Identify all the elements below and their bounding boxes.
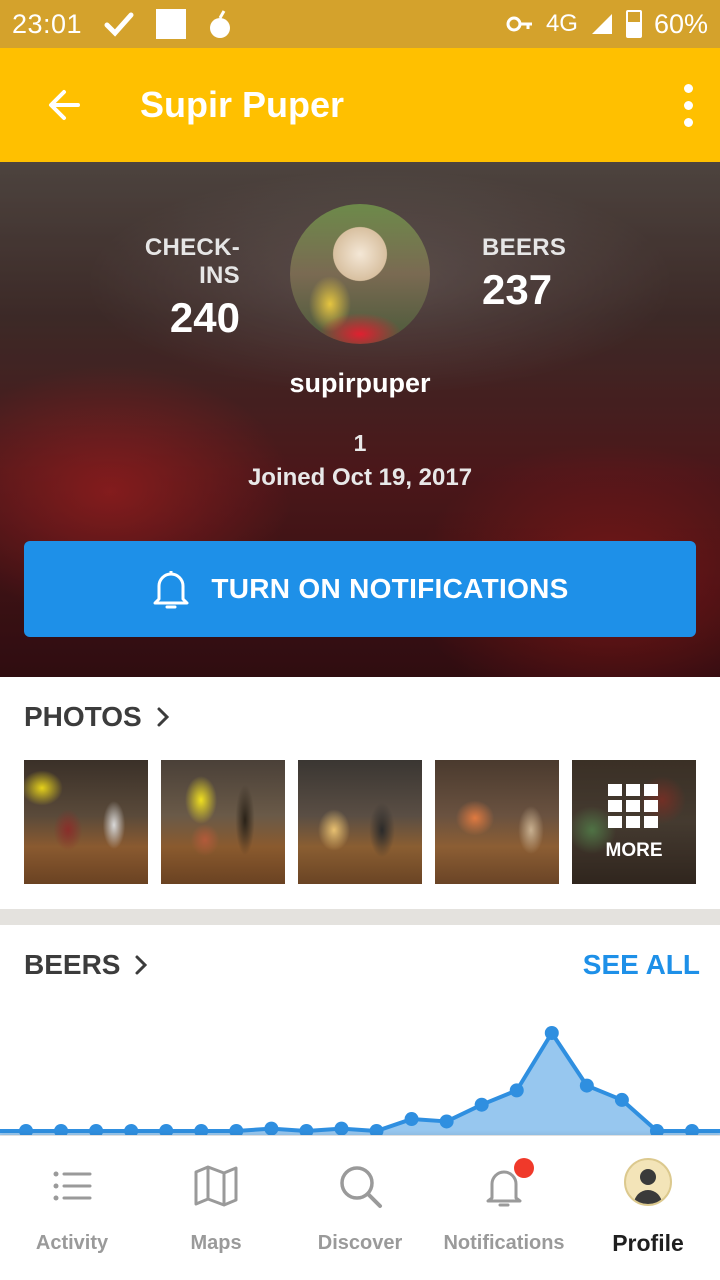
photo-thumbnail[interactable]: [24, 760, 148, 884]
chart-point: [544, 1026, 559, 1040]
list-icon: [53, 1171, 92, 1201]
chart-point: [334, 1121, 349, 1135]
photo-thumbnail[interactable]: [161, 760, 285, 884]
nav-item-profile[interactable]: Profile: [576, 1136, 720, 1280]
chart-area: [0, 1033, 720, 1135]
photo-thumbnail[interactable]: [435, 760, 559, 884]
status-bar: 23:01 4G 60%: [0, 0, 720, 48]
nav-item-activity[interactable]: Activity: [0, 1136, 144, 1280]
user-level: 1: [353, 430, 367, 456]
chart-point: [439, 1114, 454, 1129]
section-divider: [0, 909, 720, 925]
page-title: Supir Puper: [140, 84, 345, 125]
chart-point: [299, 1124, 314, 1135]
nav-label-maps: Maps: [190, 1232, 242, 1254]
chart-point: [579, 1078, 594, 1093]
more-vert-icon: [683, 83, 693, 93]
chart-point: [159, 1124, 174, 1135]
beers-label: BEERS: [482, 234, 567, 261]
joined-date: Joined Oct 19, 2017: [247, 464, 473, 491]
key-icon: [506, 16, 532, 32]
beers-stat[interactable]: BEERS 237: [482, 234, 566, 314]
photos-title: PHOTOS: [24, 701, 142, 732]
map-icon: [194, 1165, 238, 1207]
nav-item-notifications[interactable]: Notifications: [432, 1136, 576, 1280]
checkins-label: CHECK-INS: [144, 234, 240, 289]
chart-point: [474, 1097, 489, 1112]
see-all-link[interactable]: SEE ALL: [583, 949, 700, 981]
arrow-left-icon: [49, 90, 80, 120]
chart-point: [89, 1124, 104, 1135]
nav-item-discover[interactable]: Discover: [288, 1136, 432, 1280]
username: supirpuper: [289, 368, 431, 398]
network-label: 4G: [545, 10, 578, 37]
bottom-navigation: Activity Maps Discover Notifications Pro…: [0, 1135, 720, 1280]
battery-level: 60%: [653, 8, 708, 39]
battery-icon: [625, 10, 642, 38]
nav-label-activity: Activity: [35, 1232, 109, 1254]
signal-icon: [591, 14, 612, 34]
chart-point: [685, 1124, 699, 1135]
app-notification-icon: [156, 9, 187, 39]
beers-title: BEERS: [24, 949, 121, 980]
beers-section: BEERS SEE ALL: [0, 925, 720, 1135]
profile-header: CHECK-INS 240 BEERS 237 supirpuper 1 Joi…: [0, 162, 720, 677]
chevron-right-icon: [157, 707, 169, 727]
nav-label-profile: Profile: [612, 1230, 684, 1256]
chart-point: [509, 1083, 524, 1098]
chart-point: [194, 1124, 209, 1135]
chart-point: [369, 1124, 384, 1135]
photo-thumbnail[interactable]: [298, 760, 422, 884]
grid-icon: [608, 784, 660, 832]
chevron-right-icon: [135, 955, 148, 975]
notification-badge: [514, 1158, 534, 1178]
beers-header[interactable]: BEERS: [24, 949, 148, 981]
chart-point: [614, 1092, 629, 1107]
notify-button-label: TURN ON NOTIFICATIONS: [211, 573, 569, 604]
overflow-menu-button[interactable]: [656, 48, 720, 162]
checkins-stat[interactable]: CHECK-INS 240: [106, 234, 240, 342]
photos-header[interactable]: PHOTOS: [24, 701, 170, 733]
checkins-value: 240: [169, 294, 240, 341]
search-icon: [340, 1166, 382, 1208]
chart-point: [19, 1124, 33, 1135]
turn-on-notifications-button[interactable]: TURN ON NOTIFICATIONS: [24, 541, 696, 637]
nav-label-notifications: Notifications: [443, 1232, 565, 1254]
bell-icon: [153, 571, 189, 609]
chart-point: [229, 1124, 244, 1135]
check-icon: [104, 12, 134, 37]
beers-value: 237: [482, 266, 553, 313]
nav-label-discover: Discover: [317, 1232, 403, 1254]
more-photos-button[interactable]: MORE: [572, 760, 696, 884]
back-button[interactable]: [0, 48, 140, 162]
chart-point: [404, 1112, 419, 1127]
photo-thumbnails: MORE: [24, 760, 696, 884]
profile-avatar-icon: [624, 1158, 672, 1206]
chart-point: [124, 1124, 139, 1135]
profile-avatar[interactable]: [290, 204, 430, 344]
status-time: 23:01: [12, 8, 83, 39]
bomb-icon: [210, 10, 231, 38]
photos-section: PHOTOS MORE: [0, 677, 720, 909]
nav-item-maps[interactable]: Maps: [144, 1136, 288, 1280]
more-label: MORE: [605, 840, 663, 861]
app-bar: Supir Puper: [0, 48, 720, 162]
chart-point: [54, 1124, 69, 1135]
beers-activity-chart: [0, 1026, 720, 1135]
chart-point: [264, 1121, 279, 1135]
